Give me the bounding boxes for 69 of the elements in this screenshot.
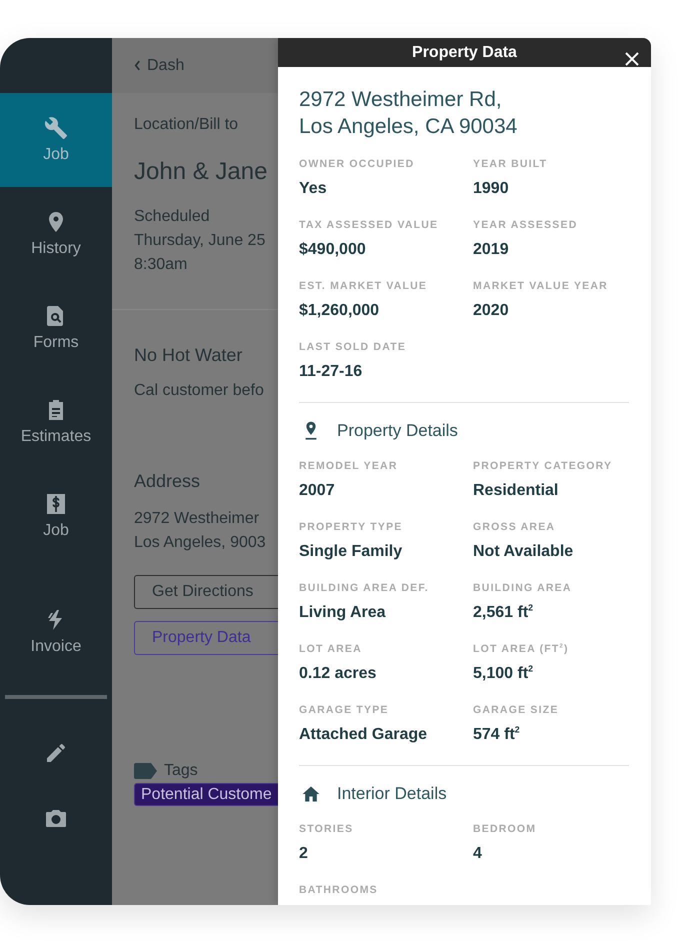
field-label: STORIES	[299, 822, 354, 836]
job-note: Cal customer befo	[134, 381, 265, 401]
field-value: 2019	[473, 240, 510, 260]
field-label: GROSS AREA	[473, 520, 556, 534]
field-label: REMODEL YEAR	[299, 459, 399, 473]
nav-item[interactable]: Estimates	[0, 375, 112, 469]
field-label: MARKET VALUE YEAR	[473, 279, 609, 293]
job-title: No Hot Water	[134, 344, 244, 367]
field-value: $490,000	[299, 240, 367, 260]
pencil-icon[interactable]	[44, 741, 68, 765]
nav-item[interactable]: Job	[0, 469, 112, 563]
field-value: 2	[299, 844, 309, 864]
field-value: 5,100 ft$^{2}$	[473, 664, 534, 684]
field-value: 2007	[299, 481, 336, 501]
field-label: BUILDING AREA DEF.	[299, 581, 430, 595]
field-value: 2020	[473, 301, 510, 321]
close-icon[interactable]	[625, 52, 639, 66]
address-line: 2972 Westheimer	[134, 509, 260, 529]
bill-to-label: Location/Bill to	[134, 115, 240, 135]
field-label: EST. MARKET VALUE	[299, 279, 428, 293]
field-value: Living Area	[299, 603, 387, 623]
address-line: Los Angeles, 9003	[134, 533, 267, 553]
property-address: 2972 Westheimer Rd,	[299, 87, 503, 113]
field-label: YEAR ASSESSED	[473, 218, 578, 232]
chevron-left-icon	[134, 60, 141, 71]
field-value: 1990	[473, 179, 510, 199]
field-label: PROPERTY CATEGORY	[473, 459, 614, 473]
tag-chip[interactable]: Potential Custome	[134, 783, 278, 806]
scheduled-date: Thursday, June 25	[134, 231, 266, 251]
field-value: Attached Garage	[299, 725, 428, 745]
dollar-document-icon	[44, 492, 68, 516]
field-label: PROPERTY TYPE	[299, 520, 404, 534]
nav-item[interactable]: Job	[0, 93, 112, 187]
field-label: GARAGE SIZE	[473, 703, 560, 717]
field-label: GARAGE TYPE	[299, 703, 390, 717]
address-label: Address	[134, 470, 202, 493]
field-value: 574 ft$^{2}$	[473, 725, 521, 745]
house-icon	[301, 784, 321, 804]
section-title: Property Details	[337, 421, 458, 441]
field-value: $1,260,000	[299, 301, 380, 321]
nav-item[interactable]: Invoice	[0, 585, 112, 679]
field-value: 0.12 acres	[299, 664, 378, 684]
section-title: Interior Details	[337, 784, 447, 804]
panel-title: Property Data	[412, 44, 517, 62]
field-label: LOT AREA	[299, 642, 363, 656]
customer-name: John & Jane	[134, 157, 268, 187]
field-value: Yes	[299, 179, 328, 199]
field-value: Residential	[473, 481, 560, 501]
property-address: Los Angeles, CA 90034	[299, 114, 518, 140]
field-label: BATHROOMS	[299, 883, 379, 897]
field-label: BUILDING AREA	[473, 581, 573, 595]
nav-item[interactable]: History	[0, 187, 112, 281]
scheduled-time: 8:30am	[134, 255, 188, 275]
tags-label: Tags	[164, 762, 198, 780]
field-value: Not Available	[473, 542, 574, 562]
field-value: 4	[473, 844, 483, 864]
field-label: TAX ASSESSED VALUE	[299, 218, 440, 232]
scheduled-label: Scheduled	[134, 207, 211, 227]
field-label: LAST SOLD DATE	[299, 340, 408, 354]
field-label: LOT AREA (FT$^{2}$)	[473, 642, 570, 656]
field-label: YEAR BUILT	[473, 157, 548, 171]
field-value: 2,561 ft$^{2}$	[473, 603, 534, 623]
tag-icon	[134, 763, 158, 779]
field-value: 11-27-16	[299, 362, 364, 382]
wrench-icon	[44, 116, 68, 140]
field-value: Single Family	[299, 542, 404, 562]
nav-item[interactable]: Forms	[0, 281, 112, 375]
field-label: OWNER OCCUPIED	[299, 157, 416, 171]
field-label: BEDROOM	[473, 822, 538, 836]
